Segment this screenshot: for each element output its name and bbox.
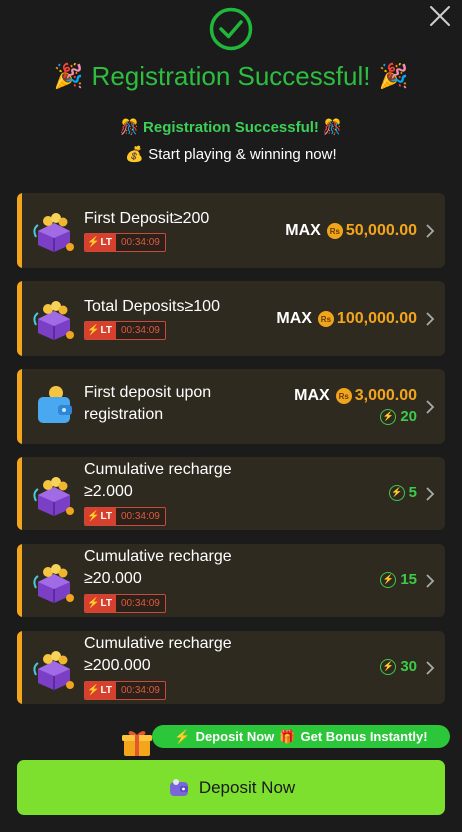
lt-label: LT [100, 237, 112, 248]
treasure-chest-icon [33, 477, 74, 516]
points-value: 20 [400, 408, 417, 425]
title-row: 🎉 Registration Successful! 🎉 [0, 58, 462, 94]
reward: MAX Rs 50,000.00 [285, 222, 417, 240]
points-value: 5 [408, 484, 417, 501]
lt-label: LT [100, 598, 112, 609]
chevron-right-icon [426, 661, 435, 675]
reward-amount: 3,000.00 [354, 387, 417, 404]
countdown-timer: 00:34:09 [115, 322, 165, 339]
rupee-coin-icon: Rs [335, 388, 352, 404]
card-label-line2: registration [84, 406, 164, 423]
card-label: First Deposit≥200 [84, 210, 210, 227]
card-accent-bar [17, 457, 22, 530]
lightning-icon: ⚡ LT [85, 322, 116, 339]
check-circle-icon [209, 7, 253, 51]
bonus-card-cumulative-2000[interactable]: Cumulative recharge ≥2.000 ⚡ LT 00:34:09 … [17, 457, 445, 530]
card-accent-bar [17, 193, 22, 268]
card-label-line2: ≥200.000 [84, 657, 151, 674]
points-value: 30 [400, 658, 417, 675]
points-value: 15 [400, 571, 417, 588]
bonus-promo-pill: ⚡ Deposit Now 🎁 Get Bonus Instantly! [152, 725, 450, 748]
bolt-circle-icon: ⚡ [380, 408, 397, 425]
lt-label: LT [100, 685, 112, 696]
bonus-points: ⚡ 5 [388, 484, 417, 501]
countdown-timer: 00:34:09 [115, 234, 165, 251]
treasure-chest-icon [33, 213, 74, 252]
lightning-icon: ⚡ LT [85, 234, 116, 251]
limited-time-badge: ⚡ LT 00:34:09 [84, 233, 166, 252]
chevron-right-icon [426, 487, 435, 501]
bonus-points: ⚡ 15 [380, 571, 417, 588]
bonus-card-total-deposits[interactable]: Total Deposits≥100 ⚡ LT 00:34:09 MAX Rs 1… [17, 281, 445, 356]
treasure-chest-icon [33, 301, 74, 340]
play-subtitle: 💰 Start playing & winning now! [125, 146, 337, 163]
card-label: Total Deposits≥100 [84, 298, 220, 315]
party-popper-icon: 🎉 [378, 62, 409, 90]
bolt-circle-icon: ⚡ [380, 571, 397, 588]
chevron-right-icon [426, 574, 435, 588]
lt-label: LT [100, 325, 112, 336]
card-label-line1: Cumulative recharge [84, 548, 232, 565]
treasure-chest-icon [33, 651, 74, 690]
chevron-right-icon [426, 312, 435, 326]
countdown-timer: 00:34:09 [115, 682, 165, 699]
reward-amount: 50,000.00 [345, 222, 417, 239]
limited-time-badge: ⚡ LT 00:34:09 [84, 594, 166, 613]
countdown-timer: 00:34:09 [115, 508, 165, 525]
gift-small-icon: 🎁 [279, 728, 296, 744]
reward-amount: 100,000.00 [336, 310, 417, 327]
bolt-circle-icon: ⚡ [380, 658, 397, 675]
lightning-icon: ⚡ LT [85, 595, 116, 612]
bonus-card-first-deposit[interactable]: First Deposit≥200 ⚡ LT 00:34:09 MAX Rs 50… [17, 193, 445, 268]
card-label-line1: Cumulative recharge [84, 635, 232, 652]
gift-icon [122, 731, 152, 756]
bonus-card-cumulative-20000[interactable]: Cumulative recharge ≥20.000 ⚡ LT 00:34:09… [17, 544, 445, 617]
card-accent-bar [17, 369, 22, 444]
card-label-line1: First deposit upon [84, 384, 212, 401]
card-accent-bar [17, 631, 22, 704]
wallet-icon [169, 778, 188, 796]
page-title: Registration Successful! [91, 60, 371, 91]
reward: MAX Rs 100,000.00 [276, 310, 417, 328]
party-popper-icon: 🎉 [53, 62, 84, 90]
card-label-line2: ≥2.000 [84, 483, 133, 500]
limited-time-badge: ⚡ LT 00:34:09 [84, 321, 166, 340]
wallet-icon [38, 386, 72, 423]
bolt-circle-icon: ⚡ [388, 484, 405, 501]
limited-time-badge: ⚡ LT 00:34:09 [84, 681, 166, 700]
lightning-icon: ⚡ LT [85, 508, 116, 525]
bonus-card-cumulative-200000[interactable]: Cumulative recharge ≥200.000 ⚡ LT 00:34:0… [17, 631, 445, 704]
card-label-line2: ≥20.000 [84, 570, 142, 587]
rupee-coin-icon: Rs [317, 311, 334, 327]
card-accent-bar [17, 281, 22, 356]
reward: MAX Rs 3,000.00 [294, 387, 417, 405]
countdown-timer: 00:34:09 [115, 595, 165, 612]
lightning-icon: ⚡ LT [85, 682, 116, 699]
max-label: MAX [294, 387, 330, 404]
bonus-text-2: Get Bonus Instantly! [300, 729, 428, 744]
bonus-text-1: Deposit Now [195, 729, 275, 744]
lightning-icon: ⚡ [174, 728, 191, 744]
max-label: MAX [285, 222, 321, 239]
limited-time-badge: ⚡ LT 00:34:09 [84, 507, 166, 526]
rupee-coin-icon: Rs [326, 223, 343, 239]
close-icon[interactable] [428, 4, 452, 28]
bonus-card-first-deposit-registration[interactable]: First deposit upon registration MAX Rs 3… [17, 369, 445, 444]
treasure-chest-icon [33, 564, 74, 603]
chevron-right-icon [426, 400, 435, 414]
success-subtitle: 🎊 Registration Successful! 🎊 [120, 119, 342, 136]
card-label-line1: Cumulative recharge [84, 461, 232, 478]
bonus-points: ⚡ 30 [380, 658, 417, 675]
card-accent-bar [17, 544, 22, 617]
lt-label: LT [100, 511, 112, 522]
bonus-points: ⚡ 20 [380, 408, 417, 425]
deposit-now-button[interactable]: Deposit Now [17, 760, 445, 815]
max-label: MAX [276, 310, 312, 327]
deposit-now-label: Deposit Now [198, 777, 296, 797]
chevron-right-icon [426, 224, 435, 238]
